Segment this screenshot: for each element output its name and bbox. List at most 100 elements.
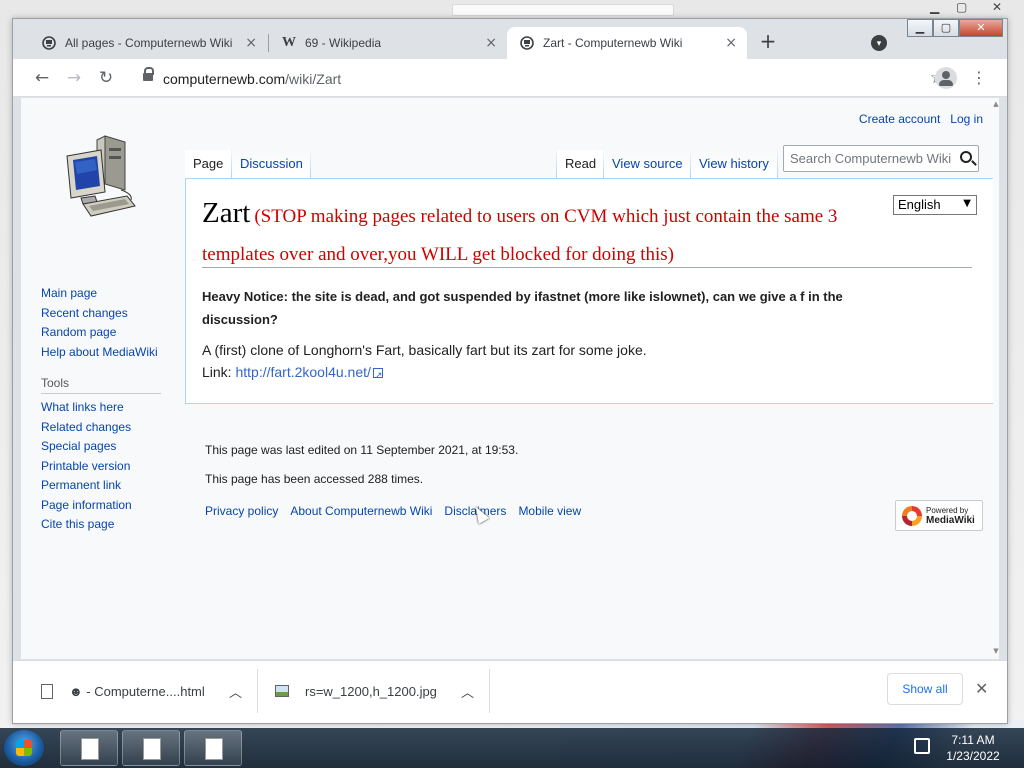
external-link-icon xyxy=(372,365,383,387)
sidebar-item-cite-this-page[interactable]: Cite this page xyxy=(41,515,181,535)
show-all-button[interactable]: Show all xyxy=(887,673,963,705)
tools-heading: Tools xyxy=(41,372,161,394)
document-icon xyxy=(143,738,161,760)
tab-title: Zart - Computernewb Wiki xyxy=(543,36,683,50)
vertical-scrollbar[interactable]: ▲ ▼ xyxy=(993,98,999,659)
start-button[interactable] xyxy=(4,730,44,766)
mediawiki-flower-icon xyxy=(902,506,922,526)
maximize-button[interactable]: ▢ xyxy=(933,19,959,37)
powered-by-name: MediaWiki xyxy=(926,515,975,526)
tab-separator xyxy=(777,148,778,178)
tab-separator xyxy=(310,148,311,178)
clock-time: 7:11 AM xyxy=(951,733,995,747)
taskbar-window-button[interactable] xyxy=(60,730,118,766)
tab-all-pages[interactable]: All pages - Computernewb Wiki × xyxy=(29,27,267,59)
chevron-up-icon[interactable]: ︿ xyxy=(229,679,242,703)
sidebar-item-help[interactable]: Help about MediaWiki xyxy=(41,343,181,363)
footer-about[interactable]: About Computernewb Wiki xyxy=(290,504,432,518)
browser-menu-icon[interactable]: ⋮ xyxy=(971,67,987,89)
outer-maximize-icon[interactable]: ▢ xyxy=(956,0,967,14)
sidebar-item-printable-version[interactable]: Printable version xyxy=(41,457,181,477)
language-value: English xyxy=(898,197,941,212)
tab-close-icon[interactable]: × xyxy=(725,35,737,51)
sidebar-navigation: Main page Recent changes Random page Hel… xyxy=(41,284,181,535)
reload-button[interactable]: ↻ xyxy=(95,67,117,89)
tab-close-icon[interactable]: × xyxy=(485,35,497,51)
sidebar-item-page-information[interactable]: Page information xyxy=(41,496,181,516)
log-in-link[interactable]: Log in xyxy=(950,112,983,126)
computer-favicon-icon xyxy=(41,35,57,51)
url-text[interactable]: computernewb.com/wiki/Zart xyxy=(163,71,341,87)
sidebar-item-main-page[interactable]: Main page xyxy=(41,284,181,304)
body-text: A (first) clone of Longhorn's Fart, basi… xyxy=(202,342,647,358)
lock-icon[interactable] xyxy=(143,67,154,83)
taskbar-window-button[interactable] xyxy=(184,730,242,766)
download-item[interactable]: ☻ - Computerne....html xyxy=(41,679,205,703)
tab-read[interactable]: Read xyxy=(557,150,605,178)
heavy-notice: Heavy Notice: the site is dead, and got … xyxy=(202,289,843,327)
download-separator xyxy=(257,669,258,713)
access-count-info: This page has been accessed 288 times. xyxy=(205,472,424,486)
outer-minimize-icon[interactable]: ▁ xyxy=(930,0,939,14)
document-icon xyxy=(81,738,99,760)
language-select[interactable]: English ▼ xyxy=(893,195,977,215)
tab-wikipedia[interactable]: W 69 - Wikipedia × xyxy=(269,27,507,59)
sidebar-item-special-pages[interactable]: Special pages xyxy=(41,437,181,457)
link-line: Link: http://fart.2kool4u.net/ xyxy=(202,361,647,387)
downloads-shelf: ☻ - Computerne....html ︿ rs=w_1200,h_120… xyxy=(13,660,1007,723)
minimize-button[interactable]: ▁ xyxy=(907,19,933,37)
tab-strip: All pages - Computernewb Wiki × W 69 - W… xyxy=(13,19,1007,59)
wiki-search-input[interactable]: Search Computernewb Wiki xyxy=(783,145,979,172)
sidebar-item-related-changes[interactable]: Related changes xyxy=(41,418,181,438)
close-window-button[interactable]: ✕ xyxy=(959,19,1003,37)
search-icon[interactable] xyxy=(960,151,972,163)
footer-privacy-policy[interactable]: Privacy policy xyxy=(205,504,278,518)
scroll-up-arrow-icon[interactable]: ▲ xyxy=(993,100,999,108)
chevron-up-icon[interactable]: ︿ xyxy=(461,679,474,703)
sidebar-item-recent-changes[interactable]: Recent changes xyxy=(41,304,181,324)
external-link[interactable]: http://fart.2kool4u.net/ xyxy=(235,364,370,380)
taskbar-clock[interactable]: 7:11 AM 1/23/2022 xyxy=(940,732,1006,764)
wikipedia-favicon-icon: W xyxy=(282,35,296,50)
tab-page[interactable]: Page xyxy=(185,150,232,178)
document-icon xyxy=(205,738,223,760)
address-bar[interactable]: computernewb.com/wiki/Zart ☆ xyxy=(131,63,949,93)
taskbar-window-button[interactable] xyxy=(122,730,180,766)
profile-avatar-icon[interactable] xyxy=(935,67,957,89)
scroll-down-arrow-icon[interactable]: ▼ xyxy=(993,647,999,655)
last-edited-info: This page was last edited on 11 Septembe… xyxy=(205,443,519,457)
tab-title: All pages - Computernewb Wiki xyxy=(65,36,233,50)
outer-close-icon[interactable]: ✕ xyxy=(992,0,1002,14)
tab-close-icon[interactable]: × xyxy=(245,35,257,51)
title-divider xyxy=(202,267,972,268)
new-tab-button[interactable]: + xyxy=(757,31,779,53)
powered-by-mediawiki-badge[interactable]: Powered by MediaWiki xyxy=(895,500,983,531)
image-file-icon xyxy=(275,685,289,697)
link-label: Link: xyxy=(202,364,236,380)
window-controls: ▁ ▢ ✕ xyxy=(907,19,1003,37)
background-window-edge xyxy=(452,4,674,16)
download-item[interactable]: rs=w_1200,h_1200.jpg xyxy=(275,679,437,703)
forward-button[interactable]: → xyxy=(63,67,85,89)
footer-links: Privacy policy About Computernewb Wiki D… xyxy=(205,504,581,518)
download-filename: rs=w_1200,h_1200.jpg xyxy=(305,683,437,699)
tab-view-history[interactable]: View history xyxy=(691,150,777,178)
close-shelf-icon[interactable]: ✕ xyxy=(975,679,988,698)
sidebar-item-random-page[interactable]: Random page xyxy=(41,323,181,343)
network-icon[interactable] xyxy=(914,738,930,754)
back-button[interactable]: ← xyxy=(31,67,53,89)
file-icon xyxy=(41,683,53,699)
footer-mobile-view[interactable]: Mobile view xyxy=(518,504,581,518)
tab-search-icon[interactable]: ▾ xyxy=(871,35,887,51)
create-account-link[interactable]: Create account xyxy=(859,112,940,126)
search-placeholder: Search Computernewb Wiki xyxy=(790,151,952,166)
page-content: English ▼ Zart (STOP making pages relate… xyxy=(185,178,993,404)
page-title-name: Zart xyxy=(202,197,251,229)
site-logo-computer-icon[interactable] xyxy=(61,130,141,220)
sidebar-item-permanent-link[interactable]: Permanent link xyxy=(41,476,181,496)
tab-zart-active[interactable]: Zart - Computernewb Wiki × xyxy=(507,27,747,59)
tab-view-source[interactable]: View source xyxy=(604,150,691,178)
tab-discussion[interactable]: Discussion xyxy=(232,150,311,178)
taskbar: 7:11 AM 1/23/2022 xyxy=(0,728,1024,768)
sidebar-item-what-links-here[interactable]: What links here xyxy=(41,398,181,418)
